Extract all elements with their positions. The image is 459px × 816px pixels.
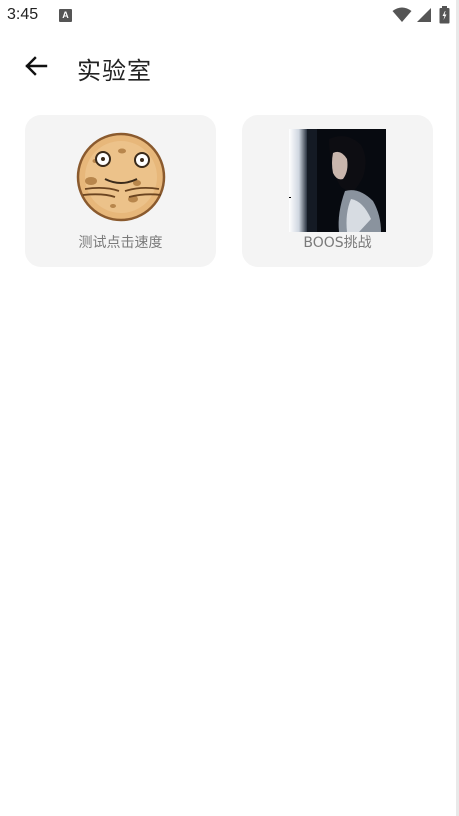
click-speed-test-card[interactable]: 测试点击速度 xyxy=(25,115,216,267)
wifi-icon xyxy=(392,7,412,22)
card-label-click-speed: 测试点击速度 xyxy=(78,235,163,251)
back-button[interactable] xyxy=(20,50,52,82)
page-title: 实验室 xyxy=(77,57,152,85)
arrow-left-icon xyxy=(25,56,48,76)
boos-challenge-card[interactable]: BOOS挑战 xyxy=(242,115,433,267)
a-notification-icon: A xyxy=(59,9,72,22)
cookie-face-image xyxy=(76,132,166,222)
girl-photo-image xyxy=(289,129,386,232)
battery-icon xyxy=(439,6,450,24)
signal-icon xyxy=(417,8,431,22)
lab-screen: 3:45 A 实验室 测试点击速度 BOOS挑战 xyxy=(0,0,459,816)
status-time: 3:45 xyxy=(7,6,39,23)
status-bar: 3:45 A xyxy=(0,0,459,32)
card-label-boos-challenge: BOOS挑战 xyxy=(303,235,372,251)
